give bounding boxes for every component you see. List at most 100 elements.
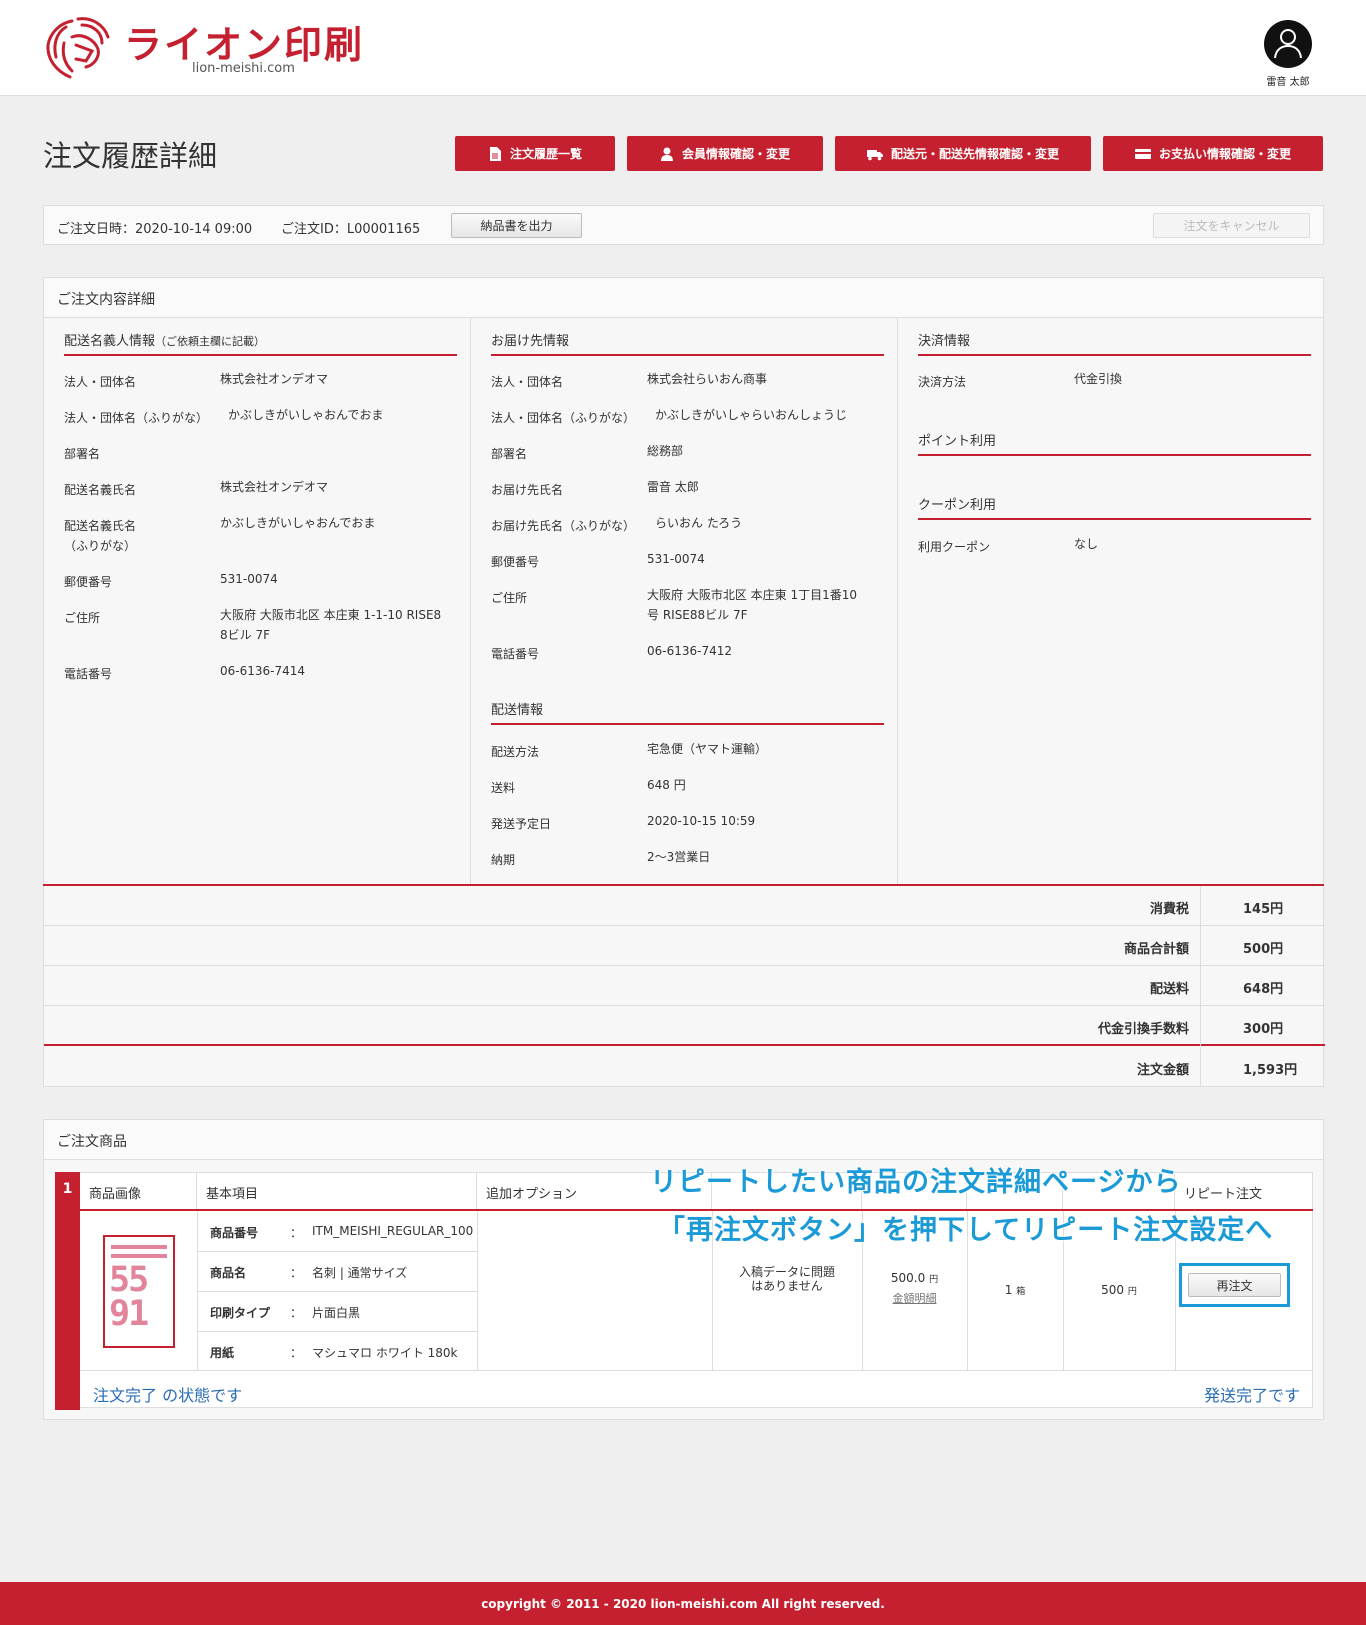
field-label-sub: （ふりがな） [64,539,137,553]
annotation-line-2: 「再注文ボタン」を押下してリピート注文設定へ [658,1215,1274,1246]
field-label: 発送予定日 [491,817,552,831]
field-label: 配送方法 [491,745,540,759]
prop-value: 片面白黒 [312,1306,361,1320]
field-value: 06-6136-7414 [220,664,306,678]
summary-value: 500円 [1200,926,1325,966]
truck-icon [866,149,883,160]
prop-sep: ： [290,1346,303,1360]
shipping-info-button[interactable]: 配送元・配送先情報確認・変更 [835,136,1091,171]
unit-price-unit: 円 [929,1275,939,1285]
field-value: 株式会社オンデオマ [220,480,329,494]
prop-value: 名刺 | 通常サイズ [312,1266,408,1280]
subtotal: 500 円 [1063,1283,1175,1297]
prop-divider [197,1291,477,1292]
summary-row-tax: 消費税 145円 [44,886,1325,926]
field-value: 総務部 [647,444,684,458]
member-info-button[interactable]: 会員情報確認・変更 [627,136,823,171]
panel-title: ご注文内容詳細 [44,278,1323,318]
summary-value: 145円 [1200,886,1325,926]
payment-info-column: 決済情報 決済方法 代金引換 ポイント利用 クーポン利用 利用クーポン なし [898,318,1325,884]
col-divider [477,1211,478,1370]
cancel-order-button[interactable]: 注文をキャンセル [1153,213,1310,238]
field-label: 郵便番号 [64,575,113,589]
panel-title: ご注文商品 [44,1120,1323,1160]
summary-value: 1,593円 [1200,1047,1325,1087]
prop-value: ITM_MEISHI_REGULAR_100 [312,1224,474,1238]
subtotal-value: 500 [1101,1283,1125,1297]
summary-label: 代金引換手数料 [1097,1022,1189,1037]
field-label: 電話番号 [64,667,113,681]
user-icon [660,147,673,161]
copyright-text: copyright © 2011 - 2020 lion-meishi.com … [481,1596,885,1611]
document-icon [489,146,501,161]
field-value: 648 円 [647,778,686,792]
field-value: 大阪府 大阪市北区 本庄東 1-1-10 RISE8 [220,608,442,622]
field-value: 代金引換 [1074,372,1123,386]
field-value: 531-0074 [220,572,278,586]
user-avatar-icon[interactable] [1264,20,1312,68]
field-value: 2〜3営業日 [647,850,711,864]
field-label: 配送名義氏名 [64,483,137,497]
field-label: ご住所 [64,611,101,625]
reorder-button[interactable]: 再注文 [1188,1273,1281,1297]
field-label: お届け先氏名（ふりがな） [491,519,636,533]
prop-sep: ： [290,1266,303,1280]
nav-label: 配送元・配送先情報確認・変更 [890,147,1059,161]
logo-domain: lion-meishi.com [192,61,295,76]
nav-label: 会員情報確認・変更 [681,147,790,161]
field-label: 部署名 [491,447,528,461]
field-label: 法人・団体名 [491,375,564,389]
field-value: 06-6136-7412 [647,644,733,658]
quantity-unit: 箱 [1016,1287,1026,1297]
data-status: 入稿データに問題はありません [738,1265,835,1293]
prop-sep: ： [290,1226,303,1240]
field-label: 法人・団体名（ふりがな） [491,411,636,425]
field-label: 電話番号 [491,647,540,661]
prop-label: 用紙 [210,1346,235,1360]
payment-info-button[interactable]: お支払い情報確認・変更 [1103,136,1323,171]
order-date: ご注文日時：2020-10-14 09:00 [57,222,253,237]
field-value-line2: 号 RISE88ビル 7F [647,608,748,622]
field-label: 決済方法 [918,375,967,389]
field-value: かぶしきがいしゃおんでおま [220,516,376,530]
nav-label: お支払い情報確認・変更 [1158,147,1291,161]
summary-row-shipping: 配送料 648円 [44,966,1325,1006]
field-value: かぶしきがいしゃらいおんしょうじ [655,408,848,422]
summary-value: 300円 [1200,1006,1325,1046]
unit-price: 500.0 円 [862,1271,967,1285]
field-value: 大阪府 大阪市北区 本庄東 1丁目1番10 [647,588,857,602]
field-value: 宅急便（ヤマト運輸） [647,742,768,756]
summary-row-total: 注文金額 1,593円 [44,1047,1325,1087]
prop-value: マシュマロ ホワイト 180k [312,1346,458,1360]
ship-status-text: 発送完了です [1203,1386,1300,1405]
summary-label: 注文金額 [1136,1063,1189,1078]
field-label: 配送名義氏名 [64,519,137,533]
field-label: 送料 [491,781,516,795]
product-index: 1 [55,1172,80,1410]
thumb-number: 55 [109,1260,149,1300]
nav-label: 注文履歴一覧 [509,147,582,161]
section-title-text: 配送名義人情報 [64,334,156,349]
credit-card-icon [1134,148,1151,159]
prop-divider [197,1251,477,1252]
lion-logo-icon[interactable] [42,15,114,81]
annotation-line-1: リピートしたい商品の注文詳細ページから [650,1167,1182,1198]
user-name[interactable]: 雷音 太郎 [1258,73,1318,88]
summary-row-cod-fee: 代金引換手数料 300円 [44,1006,1325,1046]
summary-label: 消費税 [1149,902,1189,917]
prop-sep: ： [290,1306,303,1320]
field-value: なし [1074,537,1099,551]
invoice-button[interactable]: 納品書を出力 [451,213,582,238]
section-title: クーポン利用 [918,484,1311,520]
order-history-button[interactable]: 注文履歴一覧 [455,136,615,171]
prop-label: 商品番号 [210,1226,259,1240]
basic-props: 商品番号 ： ITM_MEISHI_REGULAR_100 商品名 ： 名刺 |… [197,1211,477,1370]
header-repeat: リピート注文 [1184,1187,1263,1202]
delivery-info-column: お届け先情報 法人・団体名 株式会社らいおん商事 法人・団体名（ふりがな） かぶ… [471,318,898,884]
product-thumbnail[interactable]: 55 91 [103,1235,175,1348]
quantity: 1 箱 [967,1283,1063,1297]
user-silhouette-icon [1274,29,1302,59]
field-value: かぶしきがいしゃおんでおま [228,408,384,422]
price-detail-link[interactable]: 金額明細 [862,1290,967,1306]
order-id: ご注文ID：L00001165 [281,222,421,237]
